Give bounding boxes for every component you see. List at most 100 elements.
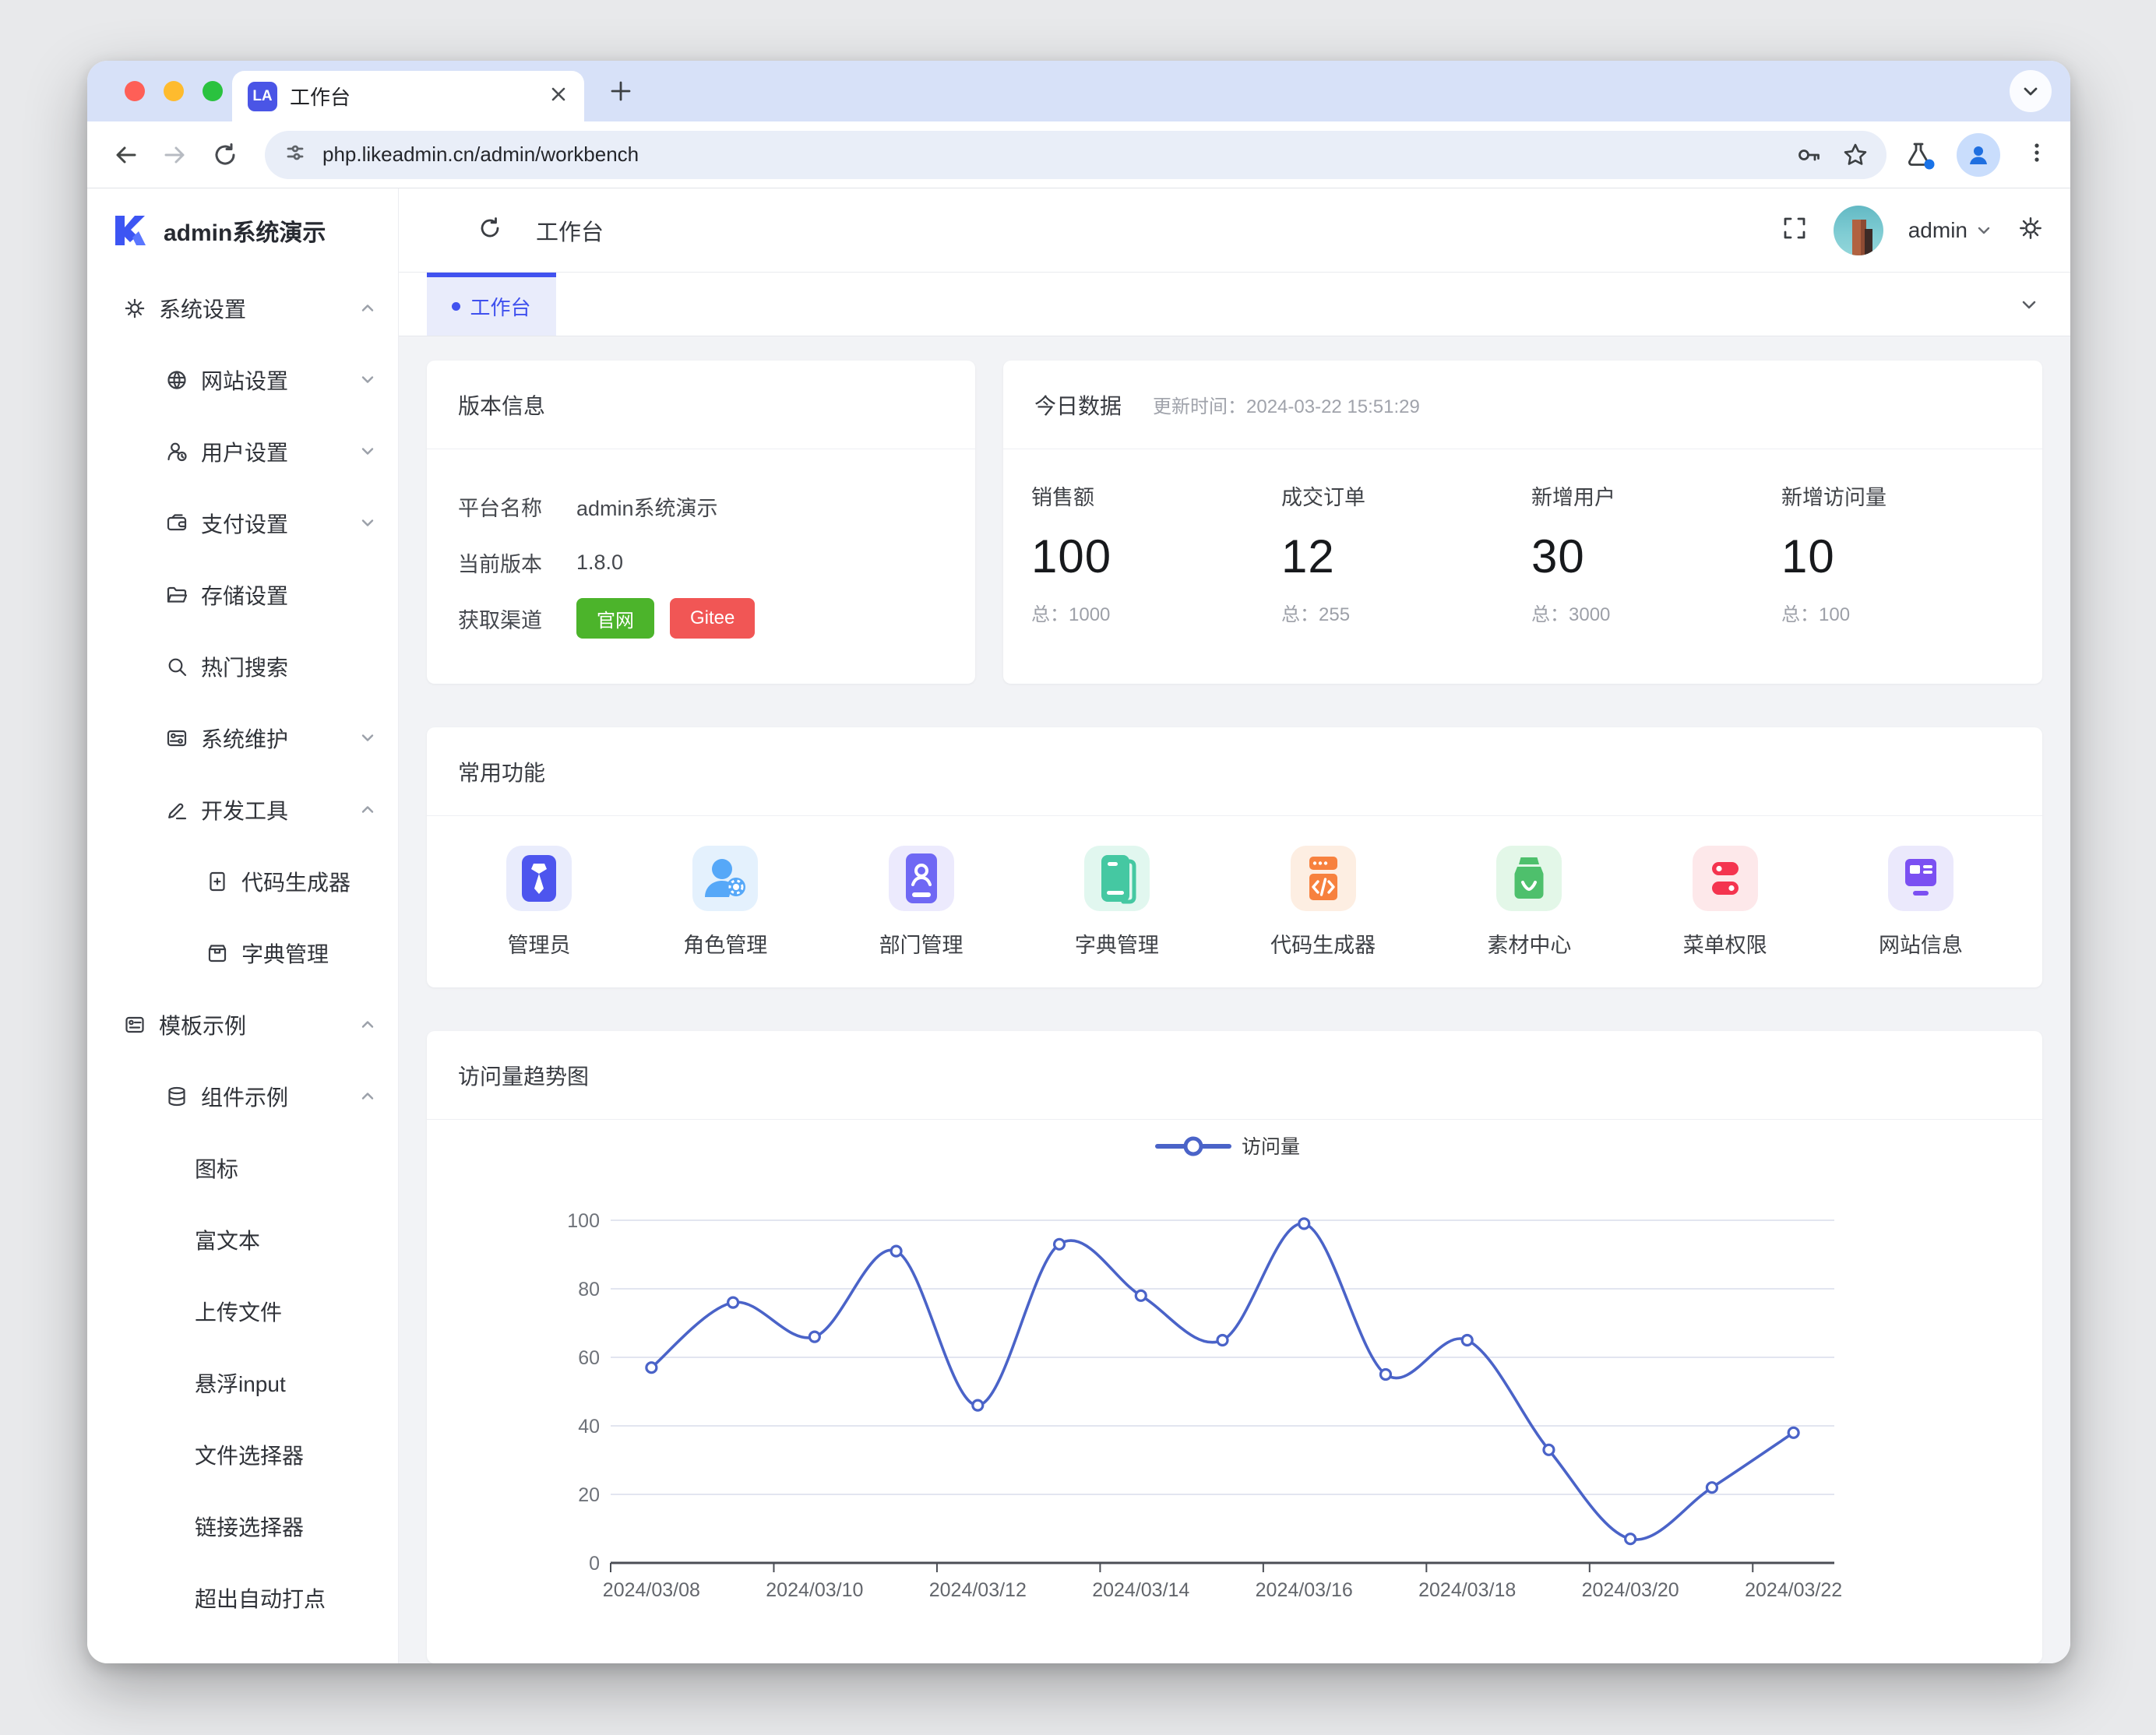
chevron-up-icon [359,1016,376,1033]
refresh-icon[interactable] [477,215,503,245]
sidebar-item-7[interactable]: 开发工具 [87,774,398,846]
sidebar-item-12[interactable]: 图标 [87,1132,398,1204]
tab-close-icon[interactable] [548,84,569,108]
user-menu[interactable]: admin [1908,218,1992,243]
reload-icon[interactable] [210,140,240,170]
sidebar-item-5[interactable]: 热门搜索 [87,631,398,702]
sidebar-item-18[interactable]: 超出自动打点 [87,1562,398,1634]
function-item-0[interactable]: 管理员 [506,846,572,959]
stat-total: 总：1000 [1031,599,1281,626]
stat-value: 100 [1031,530,1281,583]
svg-text:40: 40 [578,1416,600,1438]
user-avatar[interactable] [1834,206,1883,255]
functions-card-title: 常用功能 [427,727,2042,816]
svg-text:20: 20 [578,1484,600,1506]
fileplus-icon [206,870,229,893]
sidebar-item-label: 上传文件 [195,1296,282,1327]
stat-total: 总：3000 [1531,599,1781,626]
site-settings-icon[interactable] [282,139,308,170]
minimize-window-button[interactable] [164,81,184,101]
today-data-card: 今日数据 更新时间：2024-03-22 15:51:29 销售额 100 总：… [1003,361,2042,684]
sidebar-item-label: 链接选择器 [195,1511,304,1542]
sidebar-item-1[interactable]: 网站设置 [87,344,398,416]
pencil-icon [165,798,188,822]
stat-1: 成交订单 12 总：255 [1281,480,1531,626]
sidebar-item-13[interactable]: 富文本 [87,1204,398,1276]
close-window-button[interactable] [125,81,145,101]
chevron-down-icon [359,515,376,532]
tab-workbench[interactable]: 工作台 [427,273,556,336]
channel-button-gitee[interactable]: Gitee [670,598,755,639]
dict-book-icon [1084,846,1150,911]
sidebar-item-8[interactable]: 代码生成器 [87,846,398,917]
sidebar-item-16[interactable]: 文件选择器 [87,1419,398,1490]
current-version-label: 当前版本 [458,547,576,578]
sidebar-item-label: 用户设置 [201,436,288,467]
function-item-4[interactable]: 代码生成器 [1270,846,1376,959]
settings-gear-icon[interactable] [2017,215,2044,245]
url-text[interactable]: php.likeadmin.cn/admin/workbench [322,143,1776,167]
sidebar-item-14[interactable]: 上传文件 [87,1276,398,1347]
browser-menu-kebab-icon[interactable] [2024,139,2050,170]
likeadmin-logo-icon [111,212,148,249]
function-item-3[interactable]: 字典管理 [1075,846,1159,959]
sidebar-item-label: 组件示例 [201,1081,288,1112]
bookmark-star-icon[interactable] [1841,141,1869,169]
stat-total: 总：100 [1781,599,2031,626]
function-item-1[interactable]: 角色管理 [683,846,767,959]
svg-text:访问量: 访问量 [1242,1136,1300,1158]
sidebar-item-label: 代码生成器 [241,866,351,897]
sidebar-item-3[interactable]: 支付设置 [87,487,398,559]
forward-icon[interactable] [160,140,190,170]
folder-icon [165,583,188,607]
sidebar-item-label: 网站设置 [201,364,288,396]
channel-label: 获取渠道 [458,604,576,634]
material-bag-icon [1496,846,1562,911]
function-item-7[interactable]: 网站信息 [1879,846,1963,959]
sidebar-item-15[interactable]: 悬浮input [87,1347,398,1419]
fullscreen-icon[interactable] [1781,214,1809,246]
sidebar-item-2[interactable]: 用户设置 [87,416,398,487]
chevron-down-icon [359,443,376,460]
tab-options-chevron-icon[interactable] [2019,273,2039,336]
function-item-6[interactable]: 菜单权限 [1683,846,1767,959]
new-tab-button[interactable] [608,78,634,108]
password-key-icon[interactable] [1795,141,1823,169]
active-tab-dot [452,302,460,311]
browser-tab[interactable]: LA 工作台 [232,71,584,121]
function-item-5[interactable]: 素材中心 [1487,846,1571,959]
sidebar-item-10[interactable]: 模板示例 [87,989,398,1061]
platform-name-value: admin系统演示 [576,491,718,522]
tab-search-chevron-icon[interactable] [2010,70,2052,112]
menu-toggles-icon [1693,846,1758,911]
template-icon [123,1013,146,1036]
sidebar-item-9[interactable]: 字典管理 [87,917,398,989]
function-item-2[interactable]: 部门管理 [879,846,964,959]
channel-button-official[interactable]: 官网 [576,598,654,639]
sidebar-item-0[interactable]: 系统设置 [87,273,398,344]
experiments-flask-icon[interactable] [1904,140,1933,170]
current-version-row: 当前版本 1.8.0 [458,540,944,585]
svg-text:2024/03/18: 2024/03/18 [1418,1579,1516,1601]
sidebar-item-6[interactable]: 系统维护 [87,702,398,774]
chart-card-title: 访问量趋势图 [427,1031,2042,1120]
sidebar-item-label: 文件选择器 [195,1439,304,1470]
search-icon [165,655,188,678]
back-icon[interactable] [111,140,140,170]
stat-label: 新增用户 [1531,480,1781,511]
stat-0: 销售额 100 总：1000 [1031,480,1281,626]
zoom-window-button[interactable] [203,81,223,101]
sidebar-item-11[interactable]: 组件示例 [87,1061,398,1132]
dept-card-icon [889,846,954,911]
app-logo[interactable]: admin系统演示 [87,188,398,273]
tab-title: 工作台 [290,82,548,111]
page-title: 工作台 [536,214,604,247]
sidebar-item-4[interactable]: 存储设置 [87,559,398,631]
admin-tie-icon [506,846,572,911]
sidebar-item-17[interactable]: 链接选择器 [87,1490,398,1562]
svg-text:2024/03/12: 2024/03/12 [929,1579,1027,1601]
function-label: 网站信息 [1879,928,1963,959]
sidebar-item-label: 系统设置 [159,293,246,324]
browser-profile-avatar[interactable] [1957,133,2000,177]
address-bar[interactable]: php.likeadmin.cn/admin/workbench [265,131,1886,179]
